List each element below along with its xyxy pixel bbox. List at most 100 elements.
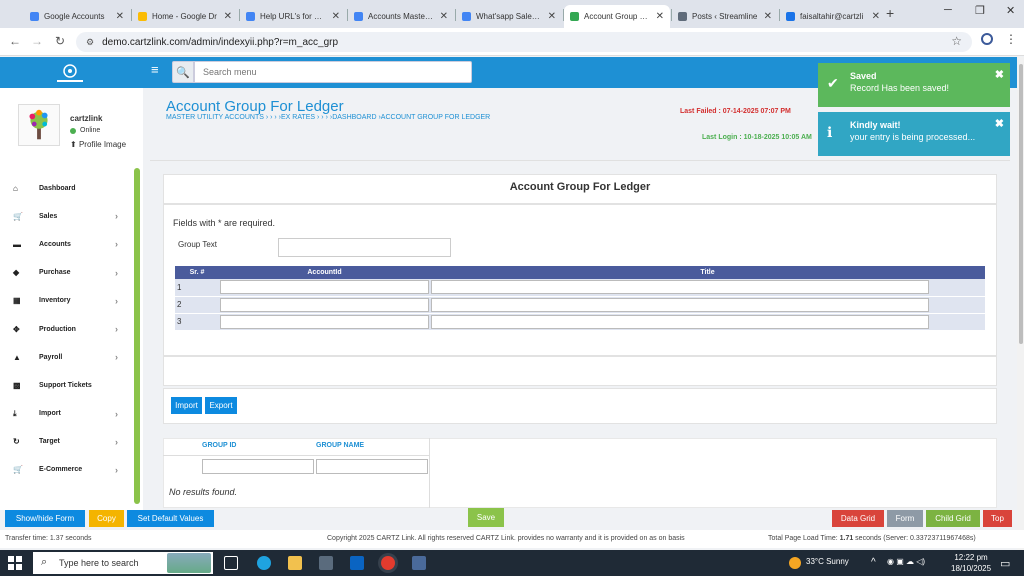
title-input[interactable] (431, 297, 929, 312)
tab-close-icon[interactable]: ✕ (440, 11, 448, 22)
tab-close-icon[interactable]: ✕ (656, 11, 664, 22)
toast-close-icon[interactable]: ✖ (995, 117, 1004, 130)
notification-icon[interactable]: ▭ (1000, 557, 1010, 570)
chevron-right-icon: › (115, 324, 118, 335)
toast-saved-title: Saved (850, 71, 877, 81)
sidebar-item-payroll[interactable]: ▲ Payroll › (0, 343, 132, 371)
title-input[interactable] (431, 314, 929, 329)
toast-wait-message: your entry is being processed... (850, 132, 976, 142)
site-info-icon[interactable]: ⚙ (86, 37, 94, 48)
browser-tab[interactable]: Accounts Master D ✕ (348, 5, 454, 28)
row-number: 3 (175, 313, 219, 331)
bookmark-star-icon[interactable]: ☆ (951, 34, 962, 48)
online-dot-icon (70, 127, 76, 134)
reload-icon[interactable]: ↻ (55, 34, 65, 48)
search-menu-input[interactable] (194, 61, 472, 83)
file-explorer-icon[interactable] (288, 556, 302, 570)
sidebar-item-label: Inventory (39, 297, 71, 305)
tab-close-icon[interactable]: ✕ (764, 11, 772, 22)
tab-close-icon[interactable]: ✕ (224, 11, 232, 22)
import-button[interactable]: Import (171, 397, 202, 414)
sidebar-item-purchase[interactable]: ◆ Purchase › (0, 259, 132, 287)
sidebar-scrollbar[interactable] (134, 168, 140, 504)
restore-button[interactable]: ❐ (975, 4, 985, 17)
data-grid-button[interactable]: Data Grid (832, 510, 884, 527)
top-button[interactable]: Top (983, 510, 1012, 527)
profile-icon[interactable] (981, 33, 993, 45)
form-button[interactable]: Form (887, 510, 923, 527)
sidebar-item-e-commerce[interactable]: 🛒 E-Commerce › (0, 456, 132, 484)
tab-title: Help URL's for ERP (260, 12, 327, 21)
toast-close-icon[interactable]: ✖ (995, 68, 1004, 81)
sidebar-item-sales[interactable]: 🛒 Sales › (0, 202, 132, 230)
sidebar-item-accounts[interactable]: ▬ Accounts › (0, 230, 132, 258)
browser-tab[interactable]: Posts ‹ Streamline ✕ (672, 5, 778, 28)
show-hide-form-button[interactable]: Show/hide Form (5, 510, 85, 527)
tray-icons[interactable]: ◉ ▣ ☁ ◁) (887, 557, 925, 566)
breadcrumb[interactable]: MASTER UTILITY ACCOUNTS › › › ›EX RATES … (166, 114, 490, 121)
browser-tab[interactable]: Home - Google Dr ✕ (132, 5, 238, 28)
transfer-time: Transfer time: 1.37 seconds (5, 535, 92, 542)
store-icon[interactable] (319, 556, 333, 570)
new-tab-button[interactable]: + (886, 5, 894, 21)
browser-tab[interactable]: What'sapp Sales M ✕ (456, 5, 562, 28)
company-logo[interactable] (50, 61, 90, 85)
outlook-icon[interactable] (350, 556, 364, 570)
task-view-icon[interactable] (224, 556, 238, 570)
hamburger-menu-icon[interactable]: ≡ (151, 62, 159, 77)
copy-button[interactable]: Copy (89, 510, 124, 527)
browser-tab[interactable]: Google Accounts ✕ (24, 5, 130, 28)
account-id-input[interactable] (220, 297, 429, 312)
account-id-input[interactable] (220, 314, 429, 329)
browser-menu-icon[interactable]: ⋮ (1005, 32, 1017, 46)
child-grid-button[interactable]: Child Grid (926, 510, 980, 527)
browser-tab[interactable]: Help URL's for ERP ✕ (240, 5, 346, 28)
profile-image-link[interactable]: ⬆ Profile Image (70, 140, 126, 149)
close-window-button[interactable]: ✕ (1006, 4, 1015, 17)
browser-tab[interactable]: Account Group For ✕ (564, 5, 670, 28)
url-bar[interactable]: ⚙ demo.cartzlink.com/admin/indexyii.php?… (76, 32, 972, 52)
taskbar-search[interactable]: ⌕ Type here to search (33, 552, 213, 574)
group-name-filter[interactable] (316, 459, 428, 474)
search-icon[interactable]: 🔍 (172, 61, 194, 83)
tray-chevron-icon[interactable]: ^ (871, 557, 876, 568)
group-text-input[interactable] (278, 238, 451, 257)
col-header-group-id[interactable]: GROUP ID (202, 442, 237, 449)
forward-icon[interactable]: → (31, 34, 43, 48)
set-default-values-button[interactable]: Set Default Values (127, 510, 214, 527)
app-icon[interactable] (412, 556, 426, 570)
title-input[interactable] (431, 280, 929, 295)
table-row: 1 (175, 279, 985, 297)
sidebar-item-inventory[interactable]: ▦ Inventory › (0, 287, 132, 315)
sidebar-item-dashboard[interactable]: ⌂ Dashboard (0, 174, 132, 202)
tab-close-icon[interactable]: ✕ (332, 11, 340, 22)
sidebar-item-production[interactable]: ✥ Production › (0, 315, 132, 343)
tab-close-icon[interactable]: ✕ (872, 11, 880, 22)
weather-text[interactable]: 33°C Sunny (806, 557, 849, 566)
page-scrollbar-thumb[interactable] (1019, 64, 1023, 344)
sidebar-item-support-tickets[interactable]: ▩ Support Tickets (0, 371, 132, 399)
no-results-text: No results found. (169, 487, 238, 497)
col-header-group-name[interactable]: GROUP NAME (316, 442, 364, 449)
minimize-button[interactable]: ─ (944, 4, 952, 16)
back-icon[interactable]: ← (9, 34, 21, 48)
cart-icon: 🛒 (13, 465, 23, 475)
taskbar-clock[interactable]: 12:22 pm 18/10/2025 (951, 552, 991, 574)
weather-sun-icon (789, 557, 801, 569)
chrome-icon[interactable] (381, 556, 395, 570)
group-id-filter[interactable] (202, 459, 314, 474)
edge-icon[interactable] (257, 556, 271, 570)
save-button[interactable]: Save (468, 508, 504, 527)
sidebar-item-import[interactable]: ⤓ Import › (0, 400, 132, 428)
sidebar-item-target[interactable]: ↻ Target › (0, 428, 132, 456)
windows-start-icon[interactable] (8, 556, 22, 570)
tab-close-icon[interactable]: ✕ (116, 11, 124, 22)
account-id-input[interactable] (220, 280, 429, 295)
tab-close-icon[interactable]: ✕ (548, 11, 556, 22)
header-divider (150, 160, 1010, 161)
export-button[interactable]: Export (205, 397, 237, 414)
tab-favicon-icon (462, 12, 471, 21)
col-header-title: Title (430, 266, 985, 279)
browser-tab[interactable]: faisaltahir@cartzli ✕ (780, 5, 886, 28)
tag-icon: ◆ (13, 268, 20, 278)
